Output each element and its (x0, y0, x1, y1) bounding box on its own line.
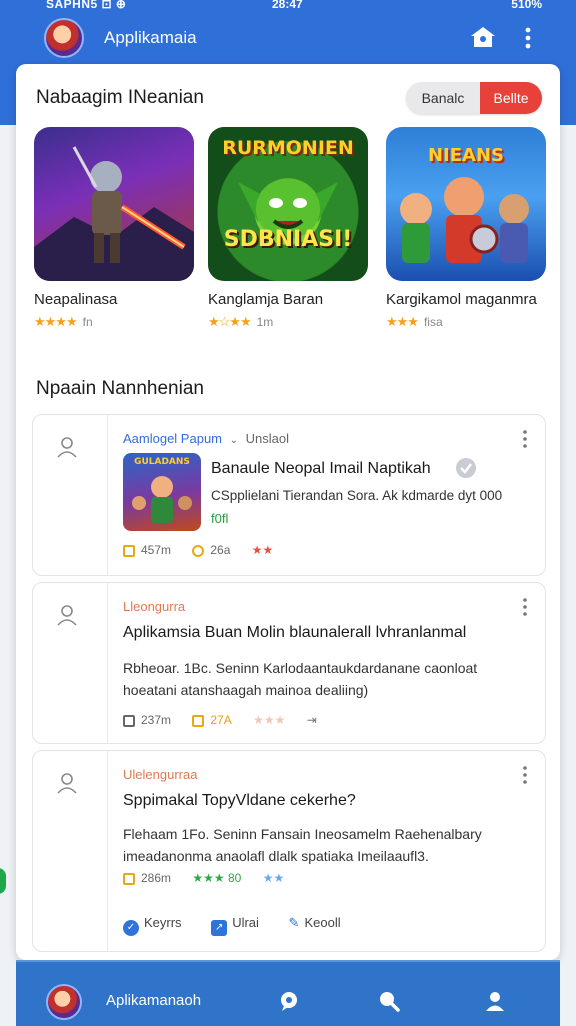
game-name: Kargikamol maganmra (386, 291, 537, 308)
status-left: SAPHN5 ⊡ ⊕ (46, 0, 127, 11)
post-rating: ★★★ 80 (192, 871, 242, 885)
game-rating-count: fn (82, 315, 93, 329)
feed-post[interactable]: Lleongurra Aplikamsia Buan Molin blaunal… (32, 582, 546, 744)
character-art-icon (132, 476, 192, 523)
game-name: Neapalinasa (34, 291, 118, 308)
avatar[interactable] (46, 984, 82, 1020)
floating-indicator[interactable] (0, 868, 6, 894)
toggle-option-right[interactable]: Bellte (480, 82, 542, 114)
search-icon[interactable] (378, 990, 400, 1012)
post-body: Rbheoar. 1Bc. Seninn Karlodaantaukdardan… (123, 660, 478, 698)
more-vertical-icon[interactable] (521, 765, 529, 785)
post-extra: f0fl (211, 511, 229, 526)
status-time: 28:47 (272, 0, 303, 11)
action-label: Ulrai (232, 915, 259, 930)
post-gifts: 26a (210, 543, 231, 557)
app-title: Applikamaia (104, 28, 197, 47)
feed-post[interactable]: Aamlogel Papum ⌄ Unslaol GULADANS Banaul… (32, 414, 546, 576)
main-card: Nabaagim INeanian Banalc Bellte Neapalin… (16, 64, 560, 960)
post-stars: ★★ (251, 543, 274, 557)
chevron-down-icon[interactable]: ⌄ (230, 435, 238, 446)
post-views: 286m (141, 871, 172, 885)
post-author[interactable]: Aamlogel Papum (123, 431, 222, 446)
post-views: 237m (141, 713, 172, 727)
post-actions: ✓ Keyrrs ↗ Ulrai ✎ Keooll (123, 915, 341, 936)
post-body: CSpplielani Tierandan Sora. Ak kdmarde d… (211, 488, 503, 503)
user-icon (57, 437, 77, 458)
goblin-art-icon (238, 179, 338, 239)
user-icon (57, 773, 77, 794)
gift-icon (192, 715, 205, 727)
post-headline[interactable]: Aplikamsia Buan Molin blaunalerall lvhra… (123, 624, 466, 642)
post-views: 457m (141, 543, 172, 557)
game-card[interactable]: RURMONIEN SDBNIASI! Kanglamja Baran ★☆★★… (208, 127, 368, 330)
post-body: Flehaam 1Fo. Seninn Fansain Ineosamelm R… (123, 826, 482, 864)
views-icon (123, 873, 135, 885)
action-keooll[interactable]: ✎ Keooll (289, 915, 341, 930)
more-vertical-icon[interactable] (521, 429, 529, 449)
post-status: Unslaol (245, 431, 289, 446)
post-headline[interactable]: Banaule Neopal Imail Naptikah (211, 460, 431, 478)
game-card[interactable]: Neapalinasa ★★★★ fn (34, 127, 194, 330)
heroes-art-icon (400, 177, 529, 263)
post-stars: ★★ (262, 871, 285, 885)
game-name: Kanglamja Baran (208, 291, 324, 308)
post-thumbnail[interactable]: GULADANS (123, 453, 201, 531)
more-vertical-icon[interactable] (521, 597, 529, 617)
feed-post[interactable]: Ulelengurraa Sppimakal TopyVldane cekerh… (32, 750, 546, 952)
post-tag: Ulelengurraa (123, 767, 198, 782)
post-stars: ★★★ (253, 713, 286, 727)
status-bar: SAPHN5 ⊡ ⊕ 28:47 510% (0, 0, 576, 14)
toggle-option-left[interactable]: Banalc (406, 82, 480, 114)
action-keyrrs[interactable]: ✓ Keyrrs (123, 915, 185, 936)
game-rating-stars: ★★★ (386, 314, 419, 329)
post-tag: Lleongurra (123, 599, 186, 614)
game-rating-stars: ★☆★★ (208, 314, 252, 329)
chat-icon[interactable] (278, 990, 300, 1012)
action-ulrai[interactable]: ↗ Ulrai (211, 915, 262, 936)
warrior-art-icon (34, 146, 194, 281)
game-card[interactable]: NIEANS Kargikamol maganmra ★★★ fisa (386, 127, 546, 330)
game-thumbnail[interactable]: RURMONIEN SDBNIASI! (208, 127, 368, 281)
post-meta: 237m 27A ★★★ ⇥ (123, 713, 335, 727)
game-rating-count: fisa (423, 315, 443, 329)
game-thumbnail[interactable] (34, 127, 194, 281)
bottom-nav-label[interactable]: Aplikamanaoh (106, 992, 201, 1009)
profile-icon[interactable] (484, 990, 506, 1012)
share-icon[interactable]: ⇥ (307, 713, 317, 727)
post-gifts: 27A (210, 713, 232, 727)
featured-title: Nabaagim INeanian (36, 87, 204, 108)
pen-icon: ✎ (288, 915, 300, 930)
action-label: Keyrrs (144, 915, 182, 930)
post-headline[interactable]: Sppimakal TopyVldane cekerhe? (123, 792, 356, 810)
views-icon (123, 715, 135, 727)
check-icon: ✓ (123, 920, 139, 936)
user-icon (57, 605, 77, 626)
gift-icon (192, 545, 205, 557)
badge-icon (456, 458, 476, 478)
edit-icon: ↗ (211, 920, 228, 936)
home-icon[interactable] (470, 26, 496, 48)
feed-title: Npaain Nannhenian (36, 378, 204, 399)
more-vertical-icon[interactable] (520, 26, 536, 50)
status-battery: 510% (511, 0, 542, 11)
game-thumbnail[interactable]: NIEANS (386, 127, 546, 281)
game-rating-count: 1m (256, 315, 274, 329)
views-icon (123, 545, 135, 557)
game-rating-stars: ★★★★ (34, 314, 78, 329)
segment-toggle: Banalc Bellte (406, 82, 542, 114)
action-label: Keooll (304, 915, 341, 930)
bottom-nav: Aplikamanaoh (16, 960, 560, 1026)
game-art-subtitle: SDBNIASI! (223, 227, 353, 252)
post-meta: 457m 26a ★★ (123, 543, 291, 557)
avatar[interactable] (44, 18, 84, 58)
post-meta: 286m ★★★ 80 ★★ (123, 871, 302, 885)
